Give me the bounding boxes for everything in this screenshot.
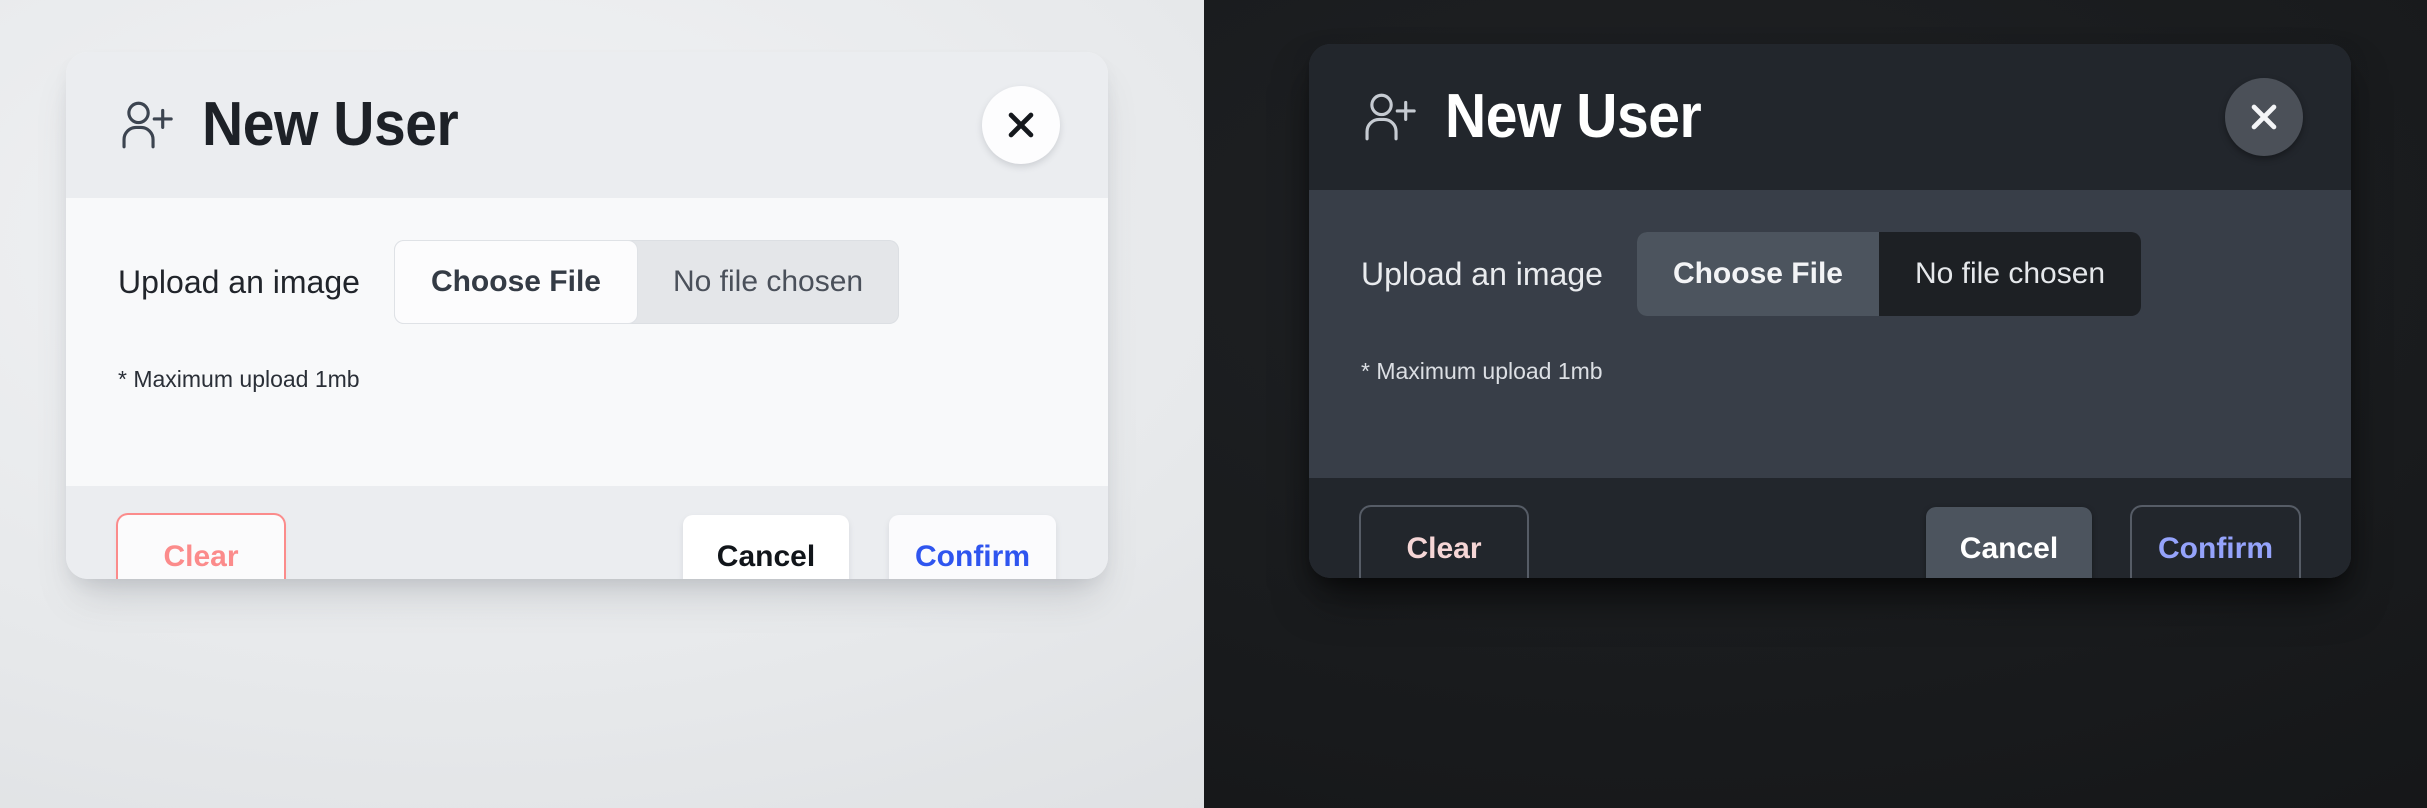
close-button[interactable] [2225,78,2303,156]
clear-button[interactable]: Clear [118,515,284,579]
close-button[interactable] [982,86,1060,164]
file-name-text: No file chosen [672,265,864,298]
dialog-body: Upload an image Choose File No file chos… [66,198,1108,486]
file-input-control[interactable]: Choose File No file chosen [393,240,900,324]
user-plus-icon [122,101,173,149]
dialog-header-left: New User [118,94,481,156]
choose-file-button[interactable]: Choose File [1636,232,1879,316]
choose-file-button[interactable]: Choose File [394,241,637,323]
footer-actions: Cancel Confirm [683,515,1056,579]
confirm-button[interactable]: Confirm [889,515,1056,579]
file-input-control[interactable]: Choose File No file chosen [1636,232,2142,316]
footer-actions: Cancel Confirm [1926,507,2299,578]
user-plus-icon [1365,93,1416,141]
file-name-text: No file chosen [1914,257,2106,290]
new-user-dialog-light: New User Upload an image Choose File No … [66,52,1108,579]
dialog-header: New User [66,52,1108,198]
dialog-header-left: New User [1361,86,1724,148]
close-icon [1008,112,1034,138]
dark-theme-stage: New User Upload an image Choose File No … [1204,0,2427,808]
new-user-dialog-dark: New User Upload an image Choose File No … [1309,44,2351,578]
dialog-footer: Clear Cancel Confirm [1309,478,2351,578]
dialog-body: Upload an image Choose File No file chos… [1309,190,2351,478]
upload-image-label: Upload an image [1361,256,1603,292]
upload-row: Upload an image Choose File No file chos… [1361,232,2299,316]
upload-row: Upload an image Choose File No file chos… [118,240,1056,324]
upload-hint-text: * Maximum upload 1mb [118,366,360,392]
dialog-footer: Clear Cancel Confirm [66,486,1108,579]
dialog-title: New User [1445,82,1702,151]
light-theme-stage: New User Upload an image Choose File No … [0,0,1204,808]
close-icon [2251,104,2277,130]
cancel-button[interactable]: Cancel [1926,507,2092,578]
confirm-button[interactable]: Confirm [2132,507,2299,578]
upload-image-label: Upload an image [118,264,360,300]
cancel-button[interactable]: Cancel [683,515,849,579]
clear-button[interactable]: Clear [1361,507,1527,578]
dialog-title: New User [202,90,459,159]
dialog-header: New User [1309,44,2351,190]
upload-hint-text: * Maximum upload 1mb [1361,358,1603,384]
